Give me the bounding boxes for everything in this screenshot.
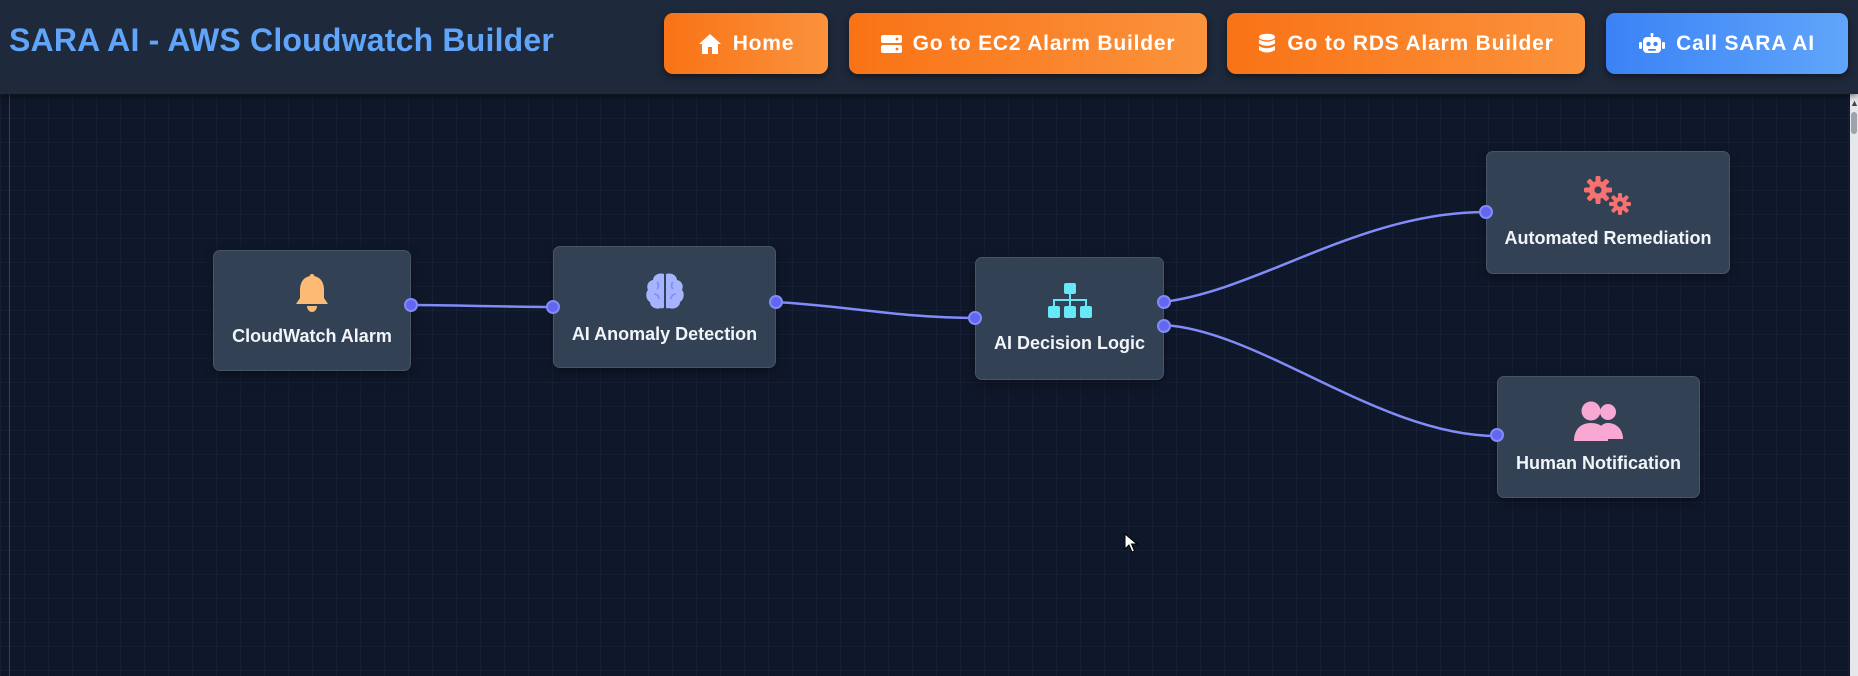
output-port[interactable]: [769, 295, 783, 309]
call-sara-ai-button[interactable]: Call SARA AI: [1606, 13, 1848, 74]
node-human-notification[interactable]: Human Notification: [1490, 376, 1700, 498]
app-title: SARA AI - AWS Cloudwatch Builder: [9, 22, 555, 58]
node-ai-anomaly-detection[interactable]: AI Anomaly Detection: [546, 246, 783, 368]
robot-icon: [1639, 32, 1666, 55]
node-label: Automated Remediation: [1504, 228, 1712, 248]
output-port-bottom[interactable]: [1157, 319, 1171, 333]
input-port[interactable]: [1479, 205, 1493, 219]
node-label: CloudWatch Alarm: [232, 326, 392, 346]
output-port-top[interactable]: [1157, 295, 1171, 309]
node-automated-remediation[interactable]: Automated Remediation: [1479, 151, 1730, 274]
rds-alarm-builder-button[interactable]: Go to RDS Alarm Builder: [1227, 13, 1585, 74]
rds-button-label: Go to RDS Alarm Builder: [1287, 31, 1554, 55]
gears-icon: [1582, 176, 1634, 216]
top-header: SARA AI - AWS Cloudwatch Builder Home Go…: [0, 0, 1858, 94]
home-icon: [698, 33, 722, 55]
input-port[interactable]: [968, 311, 982, 325]
sara-button-label: Call SARA AI: [1676, 31, 1815, 55]
server-icon: [880, 34, 902, 54]
node-ai-decision-logic[interactable]: AI Decision Logic: [968, 257, 1171, 380]
node-label: AI Decision Logic: [993, 333, 1146, 353]
scroll-up-arrow-icon[interactable]: ▲: [1850, 96, 1858, 110]
node-label: AI Anomaly Detection: [571, 323, 758, 344]
node-cloudwatch-alarm[interactable]: CloudWatch Alarm: [213, 250, 418, 371]
node-label: Human Notification: [1516, 452, 1681, 473]
input-port[interactable]: [546, 300, 560, 314]
scrollbar-thumb[interactable]: [1851, 112, 1857, 134]
bell-icon: [293, 274, 331, 314]
database-icon: [1258, 33, 1276, 55]
canvas-divider: [9, 94, 10, 676]
output-port[interactable]: [404, 298, 418, 312]
input-port[interactable]: [1490, 428, 1504, 442]
sitemap-icon: [1047, 283, 1093, 321]
users-icon: [1573, 401, 1625, 441]
ec2-button-label: Go to EC2 Alarm Builder: [912, 31, 1176, 55]
ec2-alarm-builder-button[interactable]: Go to EC2 Alarm Builder: [849, 13, 1207, 74]
home-button[interactable]: Home: [664, 13, 828, 74]
mouse-cursor-icon: [1124, 532, 1139, 558]
vertical-scrollbar[interactable]: ▲: [1850, 94, 1858, 676]
home-button-label: Home: [732, 31, 795, 55]
brain-icon: [644, 270, 686, 312]
